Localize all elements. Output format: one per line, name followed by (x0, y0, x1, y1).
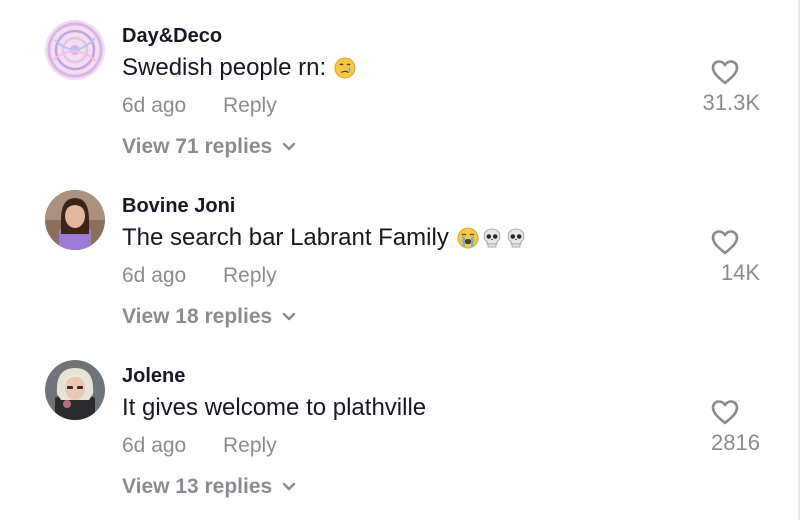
avatar[interactable] (45, 190, 105, 250)
comment-username[interactable]: Jolene (122, 365, 185, 388)
view-replies-button[interactable]: View 18 replies (122, 305, 296, 329)
like-count: 14K (720, 260, 760, 285)
heart-outline-icon[interactable] (710, 58, 740, 86)
comment-text-content: Swedish people rn: (122, 54, 327, 81)
avatar[interactable] (45, 360, 105, 420)
comment-list: Day&Deco Swedish people rn: 6d ago Reply… (0, 0, 800, 520)
view-replies-label: View 13 replies (122, 475, 273, 498)
like-count: 31.3K (702, 90, 761, 115)
chevron-down-icon (282, 312, 296, 322)
comment-username[interactable]: Day&Deco (122, 25, 222, 48)
skull-emoji (505, 227, 527, 249)
crying-face-emoji (334, 57, 356, 79)
avatar[interactable] (45, 20, 105, 80)
chevron-down-icon (282, 142, 296, 152)
view-replies-label: View 71 replies (122, 135, 273, 158)
view-replies-button[interactable]: View 13 replies (122, 475, 296, 499)
heart-outline-icon[interactable] (710, 228, 740, 256)
like-group: 2816 (650, 398, 760, 460)
like-group: 14K (650, 228, 760, 290)
like-group: 31.3K (650, 58, 760, 120)
comment-text-content: It gives welcome to plathville (122, 394, 427, 421)
comment-text: It gives welcome to plathville (122, 394, 426, 422)
view-replies-button[interactable]: View 71 replies (122, 135, 296, 159)
view-replies-label: View 18 replies (122, 305, 273, 328)
comment-timestamp: 6d ago (122, 94, 187, 117)
comment-text-content: The search bar Labrant Family (122, 224, 449, 251)
reply-button[interactable]: Reply (223, 94, 277, 118)
comment-item: Day&Deco Swedish people rn: 6d ago Reply… (0, 0, 800, 170)
comment-text: The search bar Labrant Family (122, 224, 527, 252)
reply-button[interactable]: Reply (223, 264, 277, 288)
loudly-crying-emoji (457, 227, 479, 249)
comment-item: Bovine Joni The search bar Labrant Famil… (0, 170, 800, 340)
reply-button[interactable]: Reply (223, 434, 277, 458)
chevron-down-icon (282, 482, 296, 492)
heart-outline-icon[interactable] (710, 398, 740, 426)
comment-item: Jolene It gives welcome to plathville 6d… (0, 340, 800, 510)
like-count: 2816 (711, 430, 760, 455)
skull-emoji (481, 227, 503, 249)
comment-username[interactable]: Bovine Joni (122, 195, 235, 218)
comment-timestamp: 6d ago (122, 264, 187, 287)
comment-text: Swedish people rn: (122, 54, 356, 82)
comment-timestamp: 6d ago (122, 434, 187, 457)
